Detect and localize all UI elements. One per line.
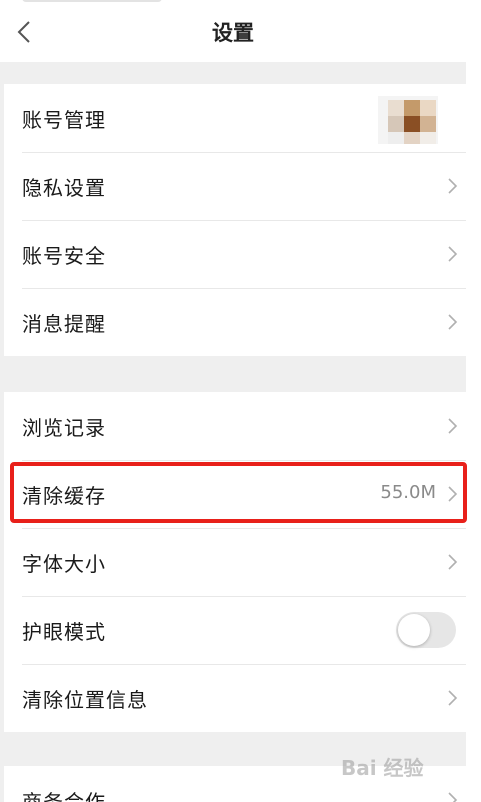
row-account-management[interactable]: 账号管理 [4,84,466,152]
status-bar-remnant [22,0,162,2]
settings-screen: 设置 账号管理 隐私设置 账号安全 消息提醒 浏览记录 清除缓存 55.0M 字… [0,0,481,802]
right-edge-strip [466,0,481,802]
settings-group-account: 账号管理 隐私设置 账号安全 消息提醒 [4,84,466,356]
chevron-right-icon [448,554,458,570]
chevron-right-icon [448,246,458,262]
row-account-security[interactable]: 账号安全 [4,220,466,288]
chevron-right-icon [448,178,458,194]
toggle-knob [398,614,430,646]
navigation-bar: 设置 [0,0,466,62]
row-privacy-settings[interactable]: 隐私设置 [4,152,466,220]
row-label: 账号安全 [22,244,106,268]
row-label: 清除位置信息 [22,688,148,712]
row-label: 消息提醒 [22,312,106,336]
row-label: 账号管理 [22,108,106,132]
row-clear-cache[interactable]: 清除缓存 55.0M [4,460,466,528]
baidu-watermark: Bai 经验 [341,746,451,780]
page-title: 设置 [212,21,254,45]
settings-group-general: 浏览记录 清除缓存 55.0M 字体大小 护眼模式 清除位置信息 [4,392,466,732]
row-label: 护眼模式 [22,620,106,644]
row-label: 商务合作 [22,790,106,802]
row-label: 字体大小 [22,552,106,576]
row-browsing-history[interactable]: 浏览记录 [4,392,466,460]
watermark-text: Bai 经验 [341,756,424,780]
row-eye-protection-mode: 护眼模式 [4,596,466,664]
row-label: 浏览记录 [22,416,106,440]
chevron-right-icon [448,314,458,330]
row-message-notifications[interactable]: 消息提醒 [4,288,466,356]
chevron-right-icon [448,792,458,802]
avatar[interactable] [378,92,438,148]
chevron-right-icon [448,690,458,706]
chevron-right-icon [448,418,458,434]
chevron-right-icon [448,486,458,502]
row-label: 清除缓存 [22,484,106,508]
row-clear-location-info[interactable]: 清除位置信息 [4,664,466,732]
eye-protection-toggle[interactable] [396,612,456,648]
cache-size-value: 55.0M [380,482,436,503]
row-font-size[interactable]: 字体大小 [4,528,466,596]
row-label: 隐私设置 [22,176,106,200]
